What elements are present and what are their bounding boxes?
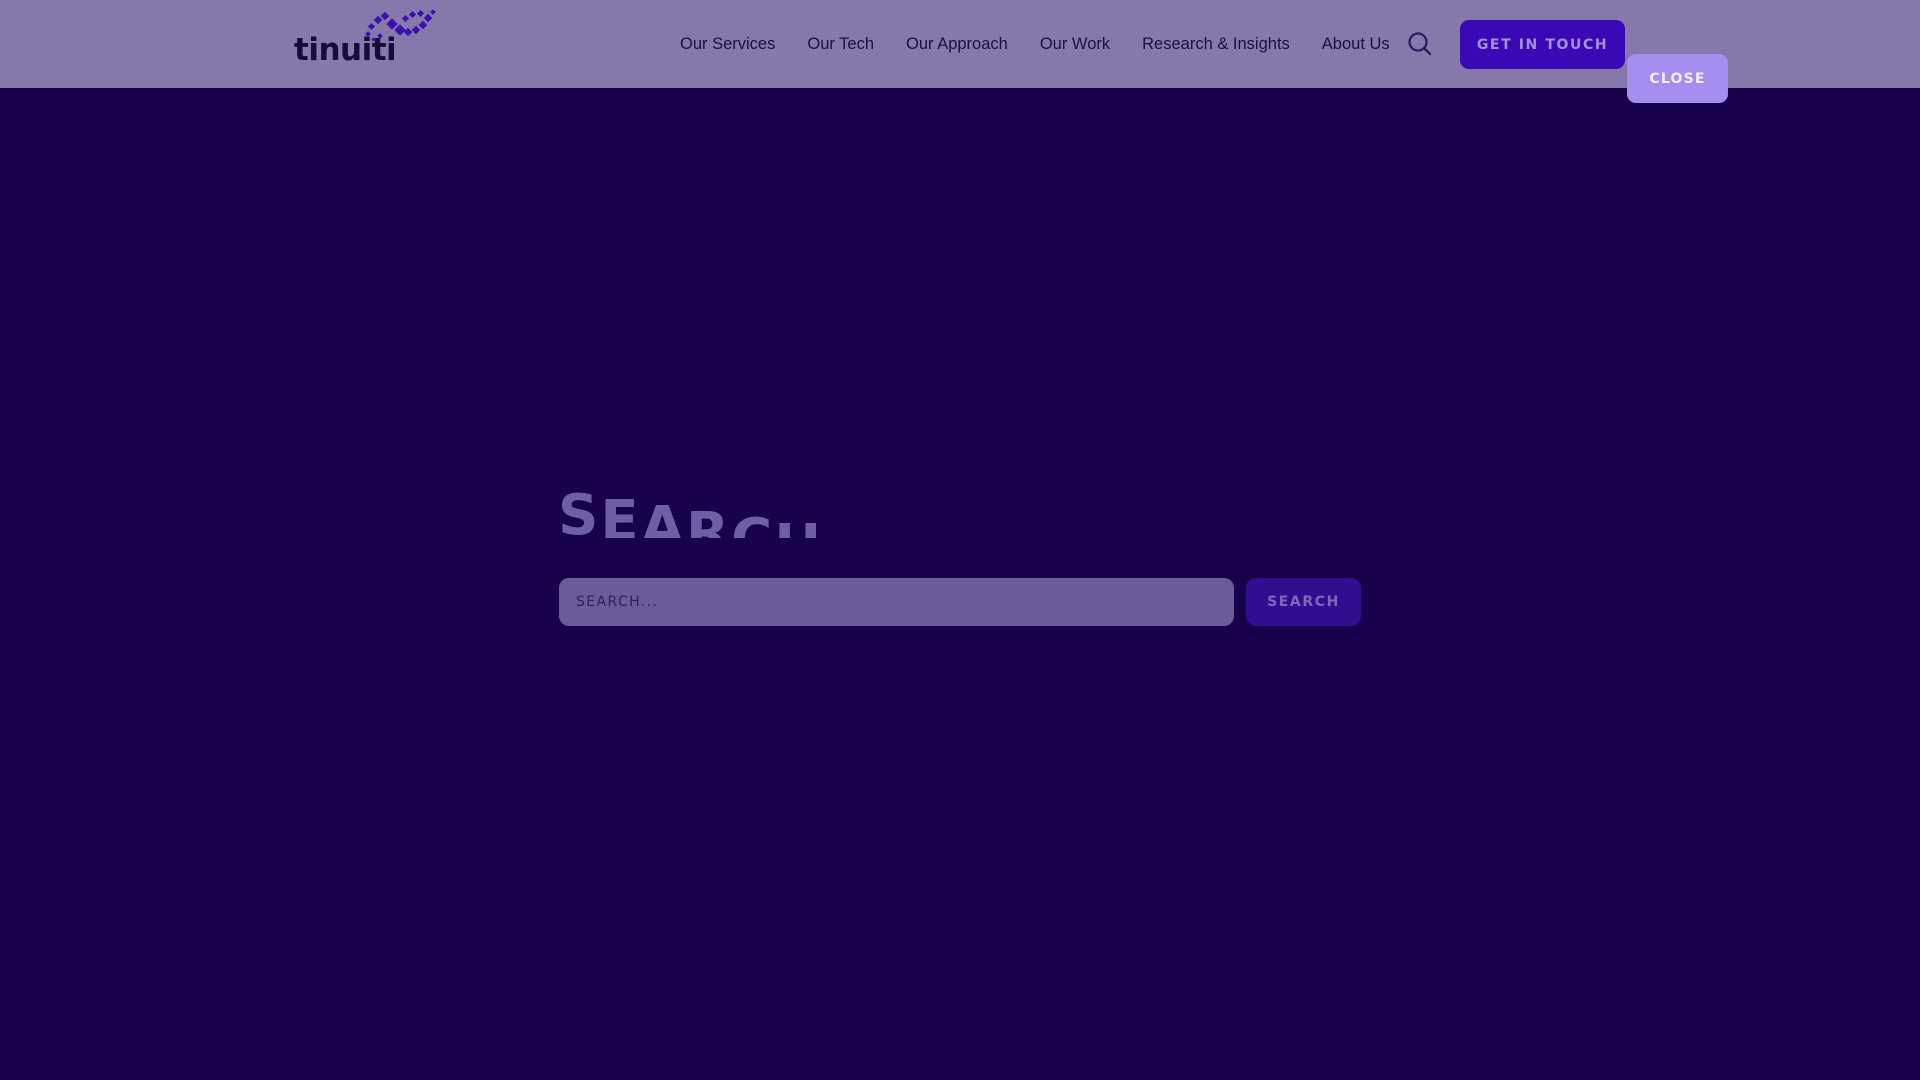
nav-item-research-insights[interactable]: Research & Insights [1142, 35, 1290, 54]
logo-dots-icon [365, 10, 436, 42]
search-heading-letter: R [685, 501, 732, 539]
search-heading-letter: C [731, 512, 774, 539]
search-heading-letter: A [640, 495, 686, 539]
search-submit-button[interactable]: SEARCH [1246, 578, 1361, 626]
nav-item-our-services[interactable]: Our Services [680, 35, 775, 54]
nav-item-our-tech[interactable]: Our Tech [807, 35, 874, 54]
close-search-button[interactable]: CLOSE [1627, 54, 1728, 103]
search-heading-letter: S [558, 483, 601, 539]
nav-item-about-us[interactable]: About Us [1322, 35, 1390, 54]
get-in-touch-button[interactable]: GET IN TOUCH [1460, 20, 1625, 69]
tinuiti-logo[interactable]: tinuiti [294, 10, 444, 70]
search-icon[interactable] [1406, 30, 1434, 58]
primary-nav: Our Services Our Tech Our Approach Our W… [680, 0, 1422, 88]
search-heading: SEARCH [558, 476, 958, 539]
search-input[interactable] [559, 578, 1234, 626]
nav-item-our-work[interactable]: Our Work [1040, 35, 1110, 54]
nav-item-our-approach[interactable]: Our Approach [906, 35, 1008, 54]
search-heading-container: SEARCH [558, 476, 958, 539]
search-heading-letter: H [774, 518, 823, 539]
search-heading-letter: E [600, 489, 641, 539]
